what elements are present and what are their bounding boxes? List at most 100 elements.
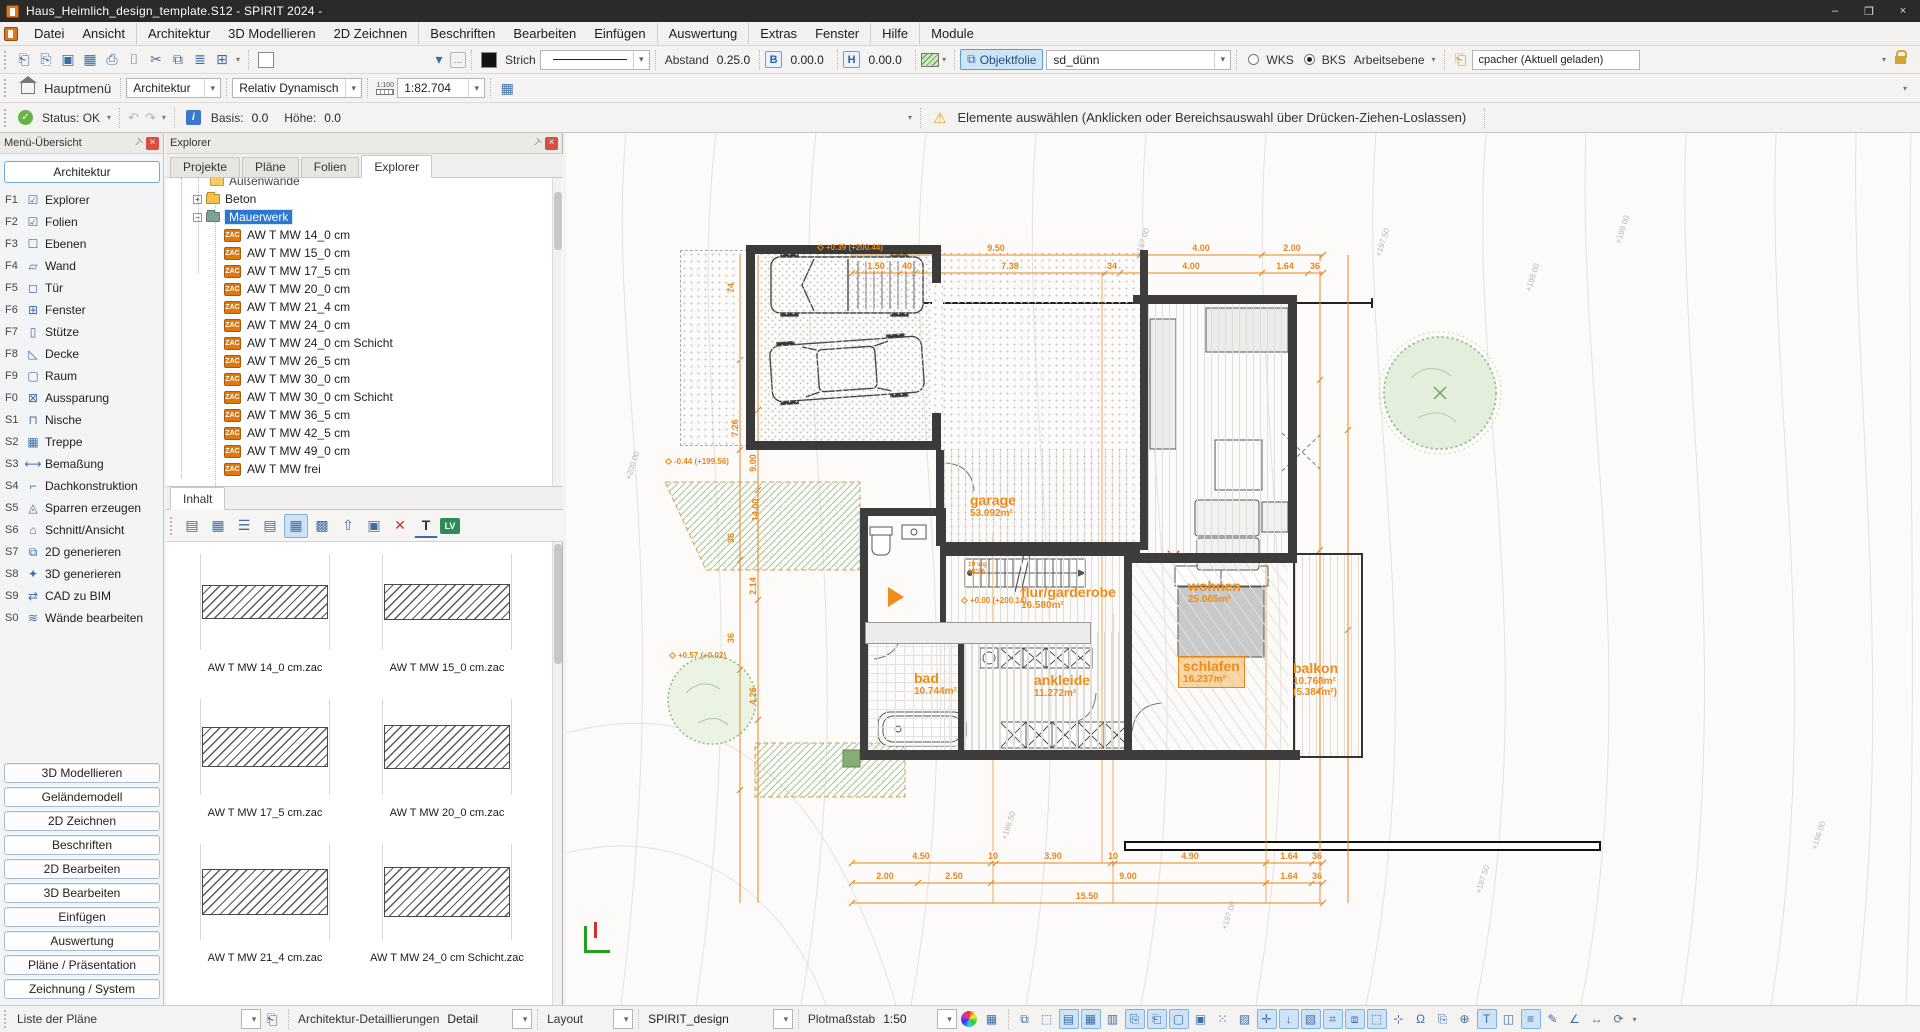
sidebar-item[interactable]: S2 ▦ Treppe <box>0 431 164 453</box>
wall-preview-item[interactable]: AW T MW 17_5 cm.zac <box>176 699 354 839</box>
layout-dropdown[interactable]: ▾ <box>613 1009 633 1029</box>
sidebar-nav-button[interactable]: 2D Bearbeiten <box>4 859 160 879</box>
view-details-icon[interactable]: ▤ <box>258 514 282 538</box>
redo-icon[interactable]: ↷ <box>145 110 156 126</box>
tree-node-aussenwaende[interactable]: Außenwände <box>166 178 563 190</box>
wall-preview-item[interactable]: AW T MW 14_0 cm.zac <box>176 554 354 694</box>
sidebar-item[interactable]: F7 ▯ Stütze <box>0 321 164 343</box>
explorer-tab[interactable]: Pläne <box>242 157 299 177</box>
explorer-tab[interactable]: Folien <box>301 157 360 177</box>
menu-item[interactable]: Beschriften <box>421 23 504 44</box>
sidebar-item[interactable]: S3 ⟷ Bemaßung <box>0 453 164 475</box>
undo-icon[interactable]: ↶ <box>128 110 139 126</box>
current-color-swatch[interactable] <box>481 52 497 68</box>
view-tiles-icon[interactable]: ▩ <box>310 514 334 538</box>
tree-item-zac[interactable]: ZAC AW T MW 26_5 cm <box>166 352 563 370</box>
clipboard-list-icon[interactable]: ≣ <box>189 49 211 71</box>
arbeitsebene-label[interactable]: Arbeitsebene <box>1354 53 1425 67</box>
menu-item[interactable]: Fenster <box>806 23 871 44</box>
plot-scale-value[interactable]: 1:50 <box>883 1012 906 1026</box>
design-value[interactable]: SPIRIT_design <box>648 1012 729 1026</box>
pen-color-swatch[interactable] <box>258 52 274 68</box>
frame-hatch-icon[interactable]: ▧ <box>1301 1009 1321 1029</box>
sidebar-item[interactable]: S4 ⌐ Dachkonstruktion <box>0 475 164 497</box>
tree-item-zac[interactable]: ZAC AW T MW 24_0 cm Schicht <box>166 334 563 352</box>
tree-item-zac[interactable]: ZAC AW T MW 17_5 cm <box>166 262 563 280</box>
pin-icon[interactable]: ⊤ <box>131 136 145 150</box>
raster-icon[interactable]: ⁙ <box>1213 1009 1233 1029</box>
sidebar-item[interactable]: F9 ▢ Raum <box>0 365 164 387</box>
pages-icon[interactable]: ⧉ <box>1015 1009 1035 1029</box>
sidebar-item[interactable]: S6 ⌂ Schnitt/Ansicht <box>0 519 164 541</box>
save-icon[interactable]: ▣ <box>57 49 79 71</box>
measure-dropdown-icon[interactable]: ▾ <box>236 55 240 64</box>
magnet-icon[interactable]: Ω <box>1411 1009 1431 1029</box>
inhalt-tab[interactable]: Inhalt <box>170 487 225 510</box>
move-tool-icon[interactable]: ✛ <box>1257 1009 1277 1029</box>
menu-item[interactable]: Bearbeiten <box>504 23 585 44</box>
minimize-icon[interactable]: – <box>1818 0 1852 22</box>
rotate-tool-icon[interactable]: ⟳ <box>1609 1009 1629 1029</box>
drawing-canvas[interactable]: garage53.092m² flur/garderobe16.580m² wo… <box>566 133 1920 1005</box>
sidebar-item[interactable]: F5 ◻ Tür <box>0 277 164 299</box>
menu-item[interactable]: Ansicht <box>73 23 137 44</box>
lines-tool-icon[interactable]: ≡ <box>1521 1009 1541 1029</box>
measure-icon[interactable]: ⊞ <box>211 49 233 71</box>
sidebar-nav-button[interactable]: Pläne / Präsentation <box>4 955 160 975</box>
menu-item[interactable]: Architektur <box>139 23 219 44</box>
sidebar-item[interactable]: F1 ☑ Explorer <box>0 189 164 211</box>
door-tool-icon[interactable]: ◫ <box>1499 1009 1519 1029</box>
folie-manager-icon[interactable]: ▤ <box>1059 1009 1079 1029</box>
tree-item-zac[interactable]: ZAC AW T MW 14_0 cm <box>166 226 563 244</box>
folie-new-icon[interactable]: ⎘ <box>1125 1009 1145 1029</box>
folie-front-icon[interactable]: ▢ <box>1169 1009 1189 1029</box>
pin-icon[interactable]: ⊤ <box>530 136 544 150</box>
statusbar-overflow-icon[interactable]: ▾ <box>1633 1015 1637 1024</box>
text-filter-icon[interactable]: T <box>414 514 438 538</box>
content-scrollbar[interactable] <box>552 542 562 1005</box>
sidebar-item[interactable]: S0 ≋ Wände bearbeiten <box>0 607 164 629</box>
bks-radio[interactable] <box>1304 54 1315 65</box>
geladen-select[interactable]: cpacher (Aktuell geladen) <box>1472 50 1640 70</box>
maximize-icon[interactable]: ❐ <box>1852 0 1886 22</box>
open-folder-icon[interactable]: ⎘ <box>35 49 57 71</box>
menu-item[interactable]: 2D Zeichnen <box>325 23 420 44</box>
sidebar-nav-button[interactable]: 3D Modellieren <box>4 763 160 783</box>
sidebar-item[interactable]: F0 ⊠ Aussparung <box>0 387 164 409</box>
abstand-value[interactable]: 0.25.0 <box>717 53 750 67</box>
delete-icon[interactable]: ✕ <box>388 514 412 538</box>
sidebar-nav-button[interactable]: Beschriften <box>4 835 160 855</box>
print-icon[interactable]: ⎙ <box>101 49 123 71</box>
mode-select[interactable]: Architektur▾ <box>126 78 221 98</box>
folie-copy-icon[interactable]: ⎗ <box>1147 1009 1167 1029</box>
close-panel-icon[interactable]: × <box>545 137 558 150</box>
stamp-icon[interactable]: ⎗ <box>1450 49 1472 71</box>
layout-label[interactable]: Layout <box>547 1012 583 1026</box>
menu-item[interactable]: Hilfe <box>873 23 920 44</box>
wall-preview-item[interactable]: AW T MW 24_0 cm Schicht.zac <box>358 844 536 984</box>
tree-item-zac[interactable]: ZAC AW T MW 30_0 cm <box>166 370 563 388</box>
height-value[interactable]: 0.00.0 <box>864 53 906 67</box>
sidebar-nav-button[interactable]: Auswertung <box>4 931 160 951</box>
toolbar-grip[interactable] <box>4 51 9 69</box>
sidebar-item[interactable]: F4 ▱ Wand <box>0 255 164 277</box>
tree-scrollbar[interactable] <box>552 178 562 486</box>
objektfolie-toggle[interactable]: ⧉Objektfolie <box>960 49 1043 70</box>
toolbar2-overflow-icon[interactable]: ▾ <box>1903 84 1907 93</box>
tree-item-zac[interactable]: ZAC AW T MW 15_0 cm <box>166 244 563 262</box>
folie-tree-icon[interactable]: ▦ <box>1081 1009 1101 1029</box>
new-folder-icon[interactable]: ▣ <box>362 514 386 538</box>
sidebar-item[interactable]: S5 ◬ Sparren erzeugen <box>0 497 164 519</box>
coords-icon[interactable]: ⊕ <box>1455 1009 1475 1029</box>
plan-list-dropdown[interactable]: ▾ <box>241 1009 261 1029</box>
sidebar-nav-button[interactable]: Zeichnung / System <box>4 979 160 999</box>
more-colors-button[interactable]: … <box>450 52 466 68</box>
image-frame-icon[interactable]: ⧈ <box>1345 1009 1365 1029</box>
text-tool-icon[interactable]: T <box>1477 1009 1497 1029</box>
tree-item-zac[interactable]: ZAC AW T MW 24_0 cm <box>166 316 563 334</box>
tree-item-zac[interactable]: ZAC AW T MW frei <box>166 460 563 478</box>
paste-icon[interactable]: ⌷ <box>123 49 145 71</box>
width-tool-icon[interactable]: ↔ <box>1587 1009 1607 1029</box>
cut-icon[interactable]: ✂ <box>145 49 167 71</box>
arrow-down-icon[interactable]: ↓ <box>1279 1009 1299 1029</box>
